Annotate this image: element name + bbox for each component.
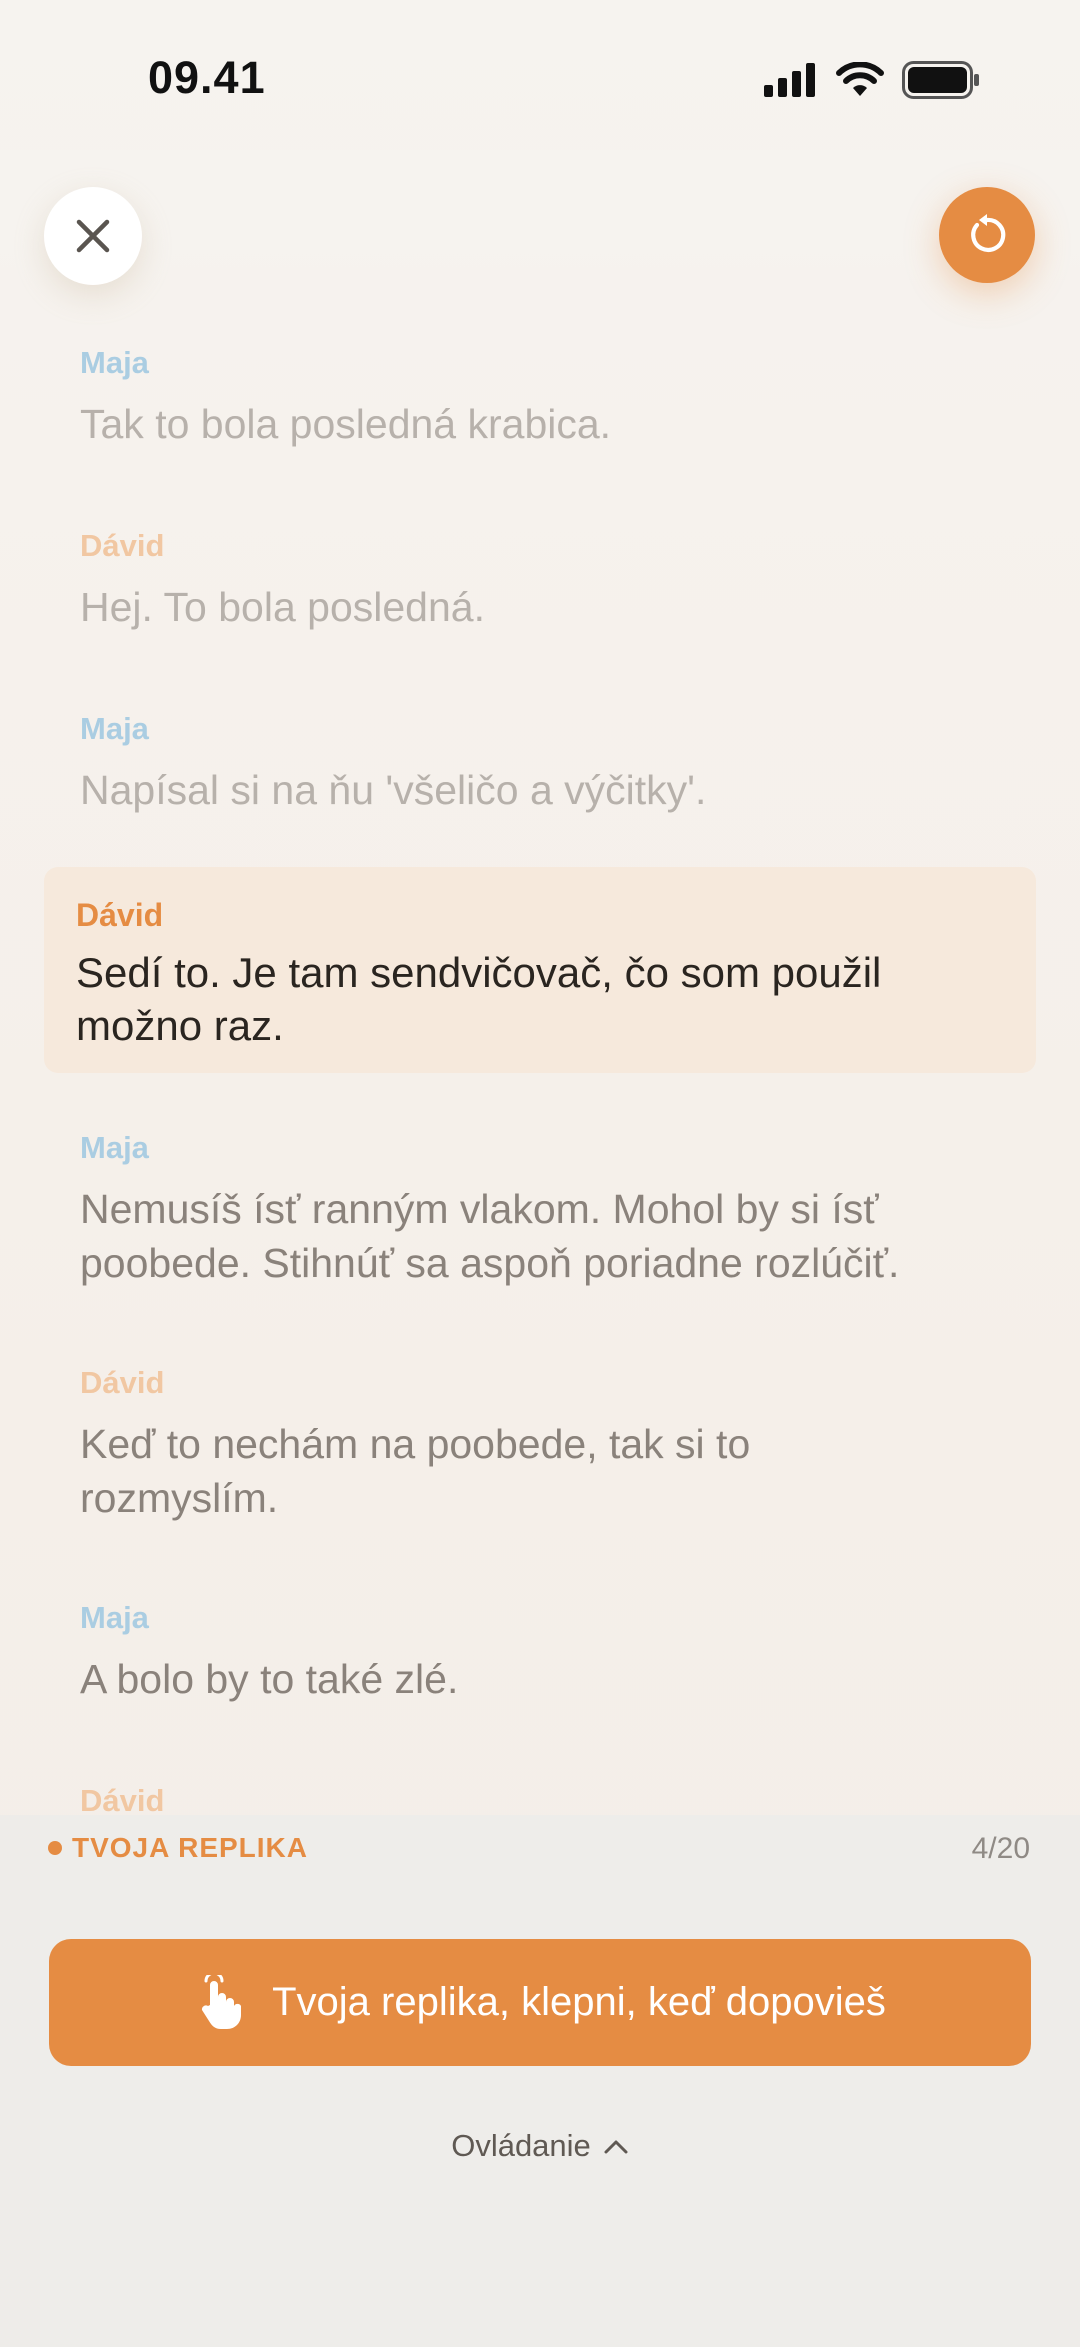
status-icons [764,60,980,100]
script-line[interactable]: Maja Tak to bola posledná krabica. [80,345,980,451]
current-line[interactable]: Dávid Sedí to. Je tam sendvičovač, čo so… [44,867,1036,1073]
line-counter: 4/20 [971,1832,1030,1865]
wifi-icon [836,62,884,96]
speaker-name: Dávid [80,1365,165,1400]
restart-icon [971,214,1006,253]
control-panel [0,1815,1080,2347]
line-text: A bolo by to také zlé. [80,1656,459,1702]
speaker-name: Maja [80,345,149,380]
speaker-name: Dávid [80,1783,165,1818]
script-line[interactable]: Maja A bolo by to také zlé. [80,1600,980,1706]
speaker-name: Maja [80,1130,149,1165]
speaker-name: Maja [80,1600,149,1635]
speaker-name: Dávid [80,528,165,563]
line-text: Sedí to. Je tam sendvičovač, čo som použ… [76,949,882,1049]
control-panel-inner [40,1815,1040,2347]
line-text: Tak to bola posledná krabica. [80,401,612,447]
close-button[interactable] [44,187,142,285]
speaker-name: Maja [80,711,149,746]
line-done-button[interactable]: Tvoja replika, klepni, keď dopovieš [49,1939,1031,2066]
close-icon [76,219,110,253]
script-line[interactable]: Maja Napísal si na ňu 'všeličo a výčitky… [80,711,980,817]
chevron-up-icon [604,2140,628,2154]
status-time: 09.41 [148,52,266,103]
cellular-signal-icon [764,63,815,97]
controls-label: Ovládanie [451,2128,591,2163]
line-done-label: Tvoja replika, klepni, keď dopovieš [272,1980,886,2024]
restart-button[interactable] [939,187,1035,283]
rehearsal-screen: 09.41 Maja Tak to bola posledná krabica.… [0,0,1080,2347]
role-label: TVOJA REPLIKA [72,1832,308,1863]
battery-icon [902,61,979,99]
controls-toggle[interactable]: Ovládanie [0,2128,1080,2164]
speaker-name: Dávid [76,897,164,933]
tap-hand-icon [202,1974,242,2029]
line-text: Nemusíš ísť ranným vlakom. Mohol by si í… [80,1186,900,1286]
line-text: Hej. To bola posledná. [80,584,485,630]
script-line[interactable]: Dávid Keď to nechám na poobede, tak si t… [80,1365,800,1525]
line-text: Keď to nechám na poobede, tak si to rozm… [80,1421,751,1521]
role-dot [48,1841,62,1855]
top-bar-fade [0,150,1080,300]
script-line[interactable]: Dávid Hej. To bola posledná. [80,528,980,634]
line-text: Napísal si na ňu 'všeličo a výčitky'. [80,767,707,813]
script-line[interactable]: Maja Nemusíš ísť ranným vlakom. Mohol by… [80,1130,980,1290]
role-tag: TVOJA REPLIKA [48,1832,308,1864]
status-bar: 09.41 [0,0,1080,150]
